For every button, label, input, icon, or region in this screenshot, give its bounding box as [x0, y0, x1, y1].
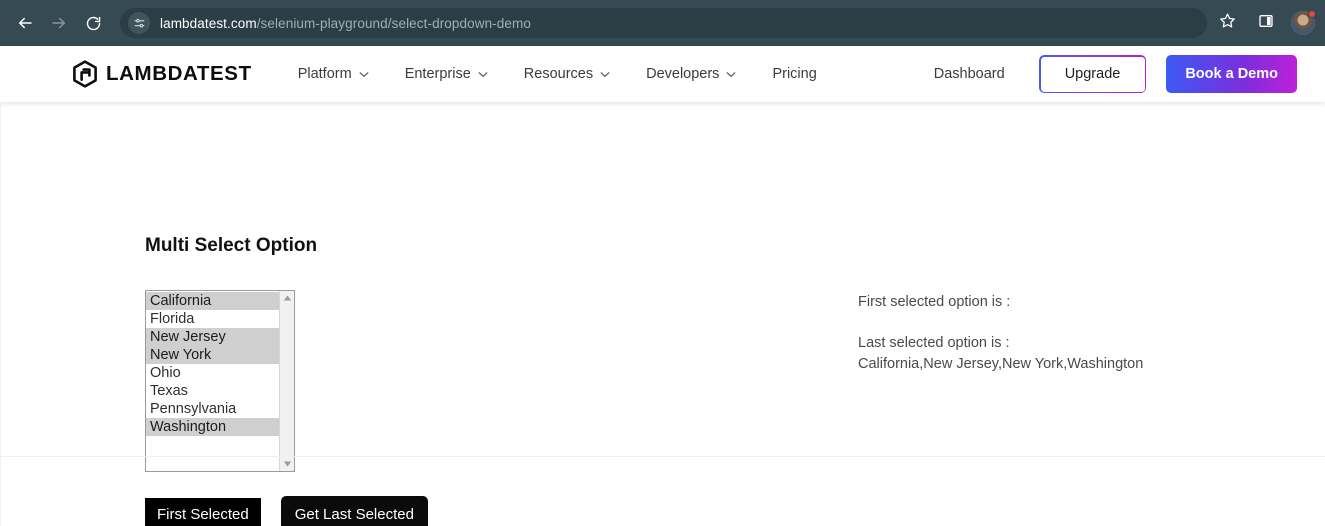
first-selected-label: First selected option is :	[858, 294, 1011, 310]
chevron-down-icon	[600, 71, 610, 78]
dashboard-link[interactable]: Dashboard	[934, 66, 1005, 82]
nav-item-resources[interactable]: Resources	[524, 66, 610, 82]
action-buttons: First Selected Get Last Selected	[145, 496, 428, 526]
page-content: Multi Select Option California Florida N…	[0, 102, 1325, 526]
tune-sliders-icon[interactable]	[128, 12, 150, 34]
back-arrow-icon	[16, 14, 34, 32]
lambdatest-logo-icon	[72, 60, 98, 88]
chevron-down-icon	[478, 71, 488, 78]
back-button[interactable]	[10, 8, 40, 38]
nav-links: Platform Enterprise Resources Developers	[298, 66, 853, 82]
nav-item-label: Developers	[646, 66, 720, 82]
nav-actions: Dashboard Upgrade Book a Demo	[934, 55, 1297, 93]
reload-icon	[85, 15, 102, 32]
nav-item-platform[interactable]: Platform	[298, 66, 369, 82]
scroll-up-arrow-icon[interactable]	[282, 294, 293, 302]
nav-item-label: Platform	[297, 66, 352, 82]
logo[interactable]: LAMBDATEST	[72, 60, 252, 88]
upgrade-button[interactable]: Upgrade	[1038, 55, 1147, 93]
results-spacer	[858, 313, 1278, 333]
notification-dot	[1308, 10, 1316, 18]
results-panel: First selected option is : Last selected…	[858, 292, 1278, 375]
bookmark-button[interactable]	[1213, 9, 1241, 37]
nav-item-label: Resources	[523, 66, 594, 82]
logo-text: LAMBDATEST	[106, 62, 252, 85]
url-text: lambdatest.com/selenium-playground/selec…	[160, 16, 531, 31]
star-icon	[1219, 12, 1236, 34]
list-item[interactable]: Ohio	[146, 364, 279, 382]
listbox-options: California Florida New Jersey New York O…	[146, 291, 279, 471]
page-title: Multi Select Option	[145, 235, 318, 256]
book-a-demo-button[interactable]: Book a Demo	[1166, 55, 1297, 93]
url-host: lambdatest.com	[160, 15, 257, 31]
listbox-scrollbar[interactable]	[279, 291, 294, 471]
forward-button[interactable]	[44, 8, 74, 38]
list-item[interactable]: Pennsylvania	[146, 400, 279, 418]
list-item[interactable]: Washington	[146, 418, 279, 436]
last-selected-label: Last selected option is :	[858, 335, 1010, 351]
list-item[interactable]: Texas	[146, 382, 279, 400]
forward-arrow-icon	[50, 14, 68, 32]
nav-item-enterprise[interactable]: Enterprise	[405, 66, 488, 82]
book-a-demo-label: Book a Demo	[1185, 66, 1278, 82]
list-item[interactable]: Florida	[146, 310, 279, 328]
avatar[interactable]	[1291, 10, 1316, 35]
url-path: /selenium-playground/select-dropdown-dem…	[256, 15, 531, 31]
site-navbar: LAMBDATEST Platform Enterprise Resources…	[0, 46, 1325, 102]
section-divider	[1, 456, 1325, 457]
list-item[interactable]: New Jersey	[146, 328, 279, 346]
side-panel-button[interactable]	[1253, 10, 1279, 36]
chevron-down-icon	[726, 71, 736, 78]
get-last-selected-button[interactable]: Get Last Selected	[280, 496, 428, 526]
nav-item-developers[interactable]: Developers	[646, 66, 736, 82]
first-selected-button[interactable]: First Selected	[145, 498, 261, 526]
upgrade-button-label: Upgrade	[1064, 66, 1121, 82]
nav-item-pricing[interactable]: Pricing	[772, 66, 816, 82]
address-bar[interactable]: lambdatest.com/selenium-playground/selec…	[120, 8, 1207, 38]
multi-select-listbox[interactable]: California Florida New Jersey New York O…	[145, 290, 295, 472]
side-panel-icon	[1258, 13, 1274, 34]
last-selected-value: California,New Jersey,New York,Washingto…	[858, 356, 1144, 372]
list-item[interactable]: New York	[146, 346, 279, 364]
scroll-down-arrow-icon[interactable]	[282, 460, 293, 468]
nav-item-label: Enterprise	[404, 66, 471, 82]
nav-item-label: Pricing	[772, 66, 817, 82]
reload-button[interactable]	[78, 8, 108, 38]
chevron-down-icon	[359, 71, 369, 78]
list-item[interactable]: California	[146, 292, 279, 310]
browser-toolbar: lambdatest.com/selenium-playground/selec…	[0, 0, 1325, 46]
